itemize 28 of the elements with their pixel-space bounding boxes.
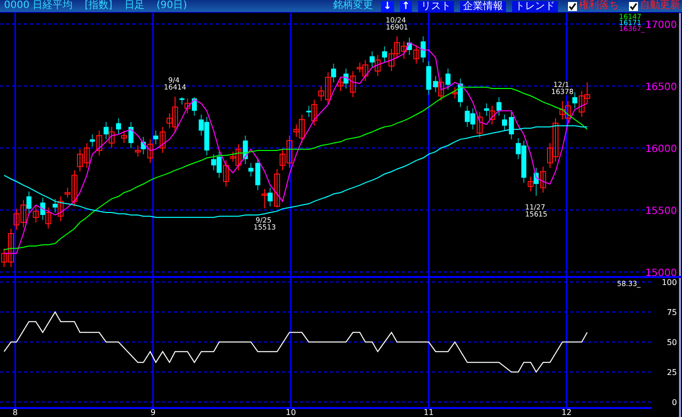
span-label: (90日) <box>156 0 187 12</box>
month-label: 9 <box>150 408 156 417</box>
axis-label: 0 <box>672 398 677 407</box>
axis-label: 17000 <box>645 20 677 31</box>
axis-label: 50 <box>666 338 677 347</box>
period-label: 日足 <box>124 0 144 12</box>
checkbox[interactable] <box>629 2 638 10</box>
checkbox-label: 権利落ち <box>579 0 619 12</box>
axis-label: 15000 <box>645 268 677 278</box>
arrow-button[interactable]: ↓ <box>381 0 394 12</box>
axis-label: 25 <box>666 368 677 377</box>
axis-label: 15500 <box>645 206 677 217</box>
index-type-label: [指数] <box>84 0 112 12</box>
month-label: 10 <box>286 408 296 417</box>
stock-title: 0000 日経平均 <box>4 0 73 12</box>
month-label: 11 <box>424 408 434 417</box>
arrow-button[interactable]: ↑ <box>400 0 412 12</box>
toolbar-button[interactable]: リスト <box>418 0 454 12</box>
axis-label: 100 <box>662 278 677 287</box>
axis-label: 16000 <box>645 144 677 155</box>
axis-label: 75 <box>666 308 677 317</box>
axis-label: 16500 <box>645 82 677 93</box>
toolbar-button[interactable]: 企業情報 <box>460 0 506 12</box>
month-label: 8 <box>12 408 18 417</box>
toolbar-button[interactable]: トレンド <box>512 0 558 12</box>
candlestick <box>508 112 514 140</box>
month-label: 12 <box>561 408 572 417</box>
checkbox[interactable] <box>568 2 577 10</box>
